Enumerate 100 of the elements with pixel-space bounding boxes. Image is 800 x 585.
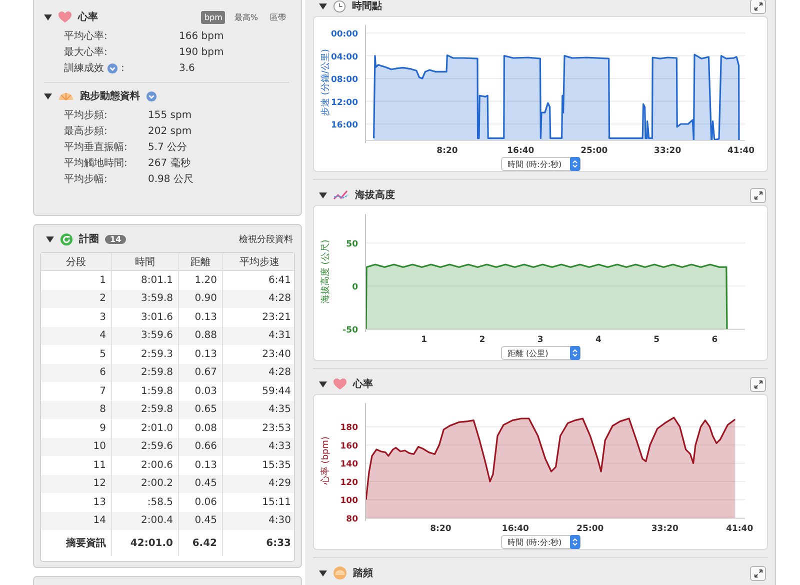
expand-icon [754, 380, 762, 388]
table-cell-text: 23:40 [261, 348, 292, 362]
table-cell: 8 [41, 400, 112, 419]
section-title: 踏頻 [353, 566, 373, 580]
tick-label: 1 [421, 335, 428, 345]
table-cell: 0.66 [179, 438, 223, 456]
tick-label: 16:00 [330, 120, 358, 131]
column-header[interactable]: 時間 [112, 253, 179, 270]
table-cell-text: 23:21 [261, 310, 292, 325]
table-cell: 6 [41, 364, 112, 382]
unit-tab[interactable]: 區帶 [267, 10, 289, 24]
table-cell: 2:00.4 [112, 512, 179, 530]
table-cell: 2:00.2 [112, 474, 179, 493]
table-cell-text: 4:29 [268, 477, 292, 492]
table-cell-text: 4:35 [268, 403, 292, 418]
tick-label: 5 [654, 335, 660, 345]
stat-label: 平均步頻: [64, 108, 108, 122]
column-header[interactable]: 分段 [41, 253, 112, 270]
axis-title: 心率 (bpm) [321, 436, 331, 485]
axis-title: 步速 (分鐘/公里) [321, 49, 331, 116]
tick-label: 25:00 [576, 524, 604, 534]
disclosure-triangle-icon[interactable] [44, 92, 52, 100]
table-cell-text: 59:44 [261, 384, 292, 399]
section-title: 跑步動態資料 [80, 90, 140, 103]
tick-label: 16:40 [502, 524, 529, 534]
expand-button[interactable] [750, 0, 766, 14]
chevron-circle-icon[interactable] [107, 62, 118, 74]
table-cell: 0.65 [179, 400, 223, 419]
table-cell: 2:59.6 [112, 438, 179, 456]
disclosure-triangle-icon[interactable] [319, 569, 327, 577]
stat-label: 最大心率: [64, 46, 108, 59]
stat-value: 0.98 公尺 [148, 173, 194, 186]
table-cell-text: 4:28 [268, 366, 292, 380]
tick-label: 08:00 [330, 75, 358, 86]
table-cell: 0.45 [179, 512, 223, 530]
tick-label: 41:40 [728, 146, 755, 156]
table-cell: 摘要資訊 [41, 530, 112, 556]
chevron-circle-icon[interactable] [146, 90, 157, 102]
section-title: 時間點 [352, 0, 382, 13]
table-cell: 4 [41, 326, 112, 345]
stat-value: 267 毫秒 [148, 156, 190, 170]
clock-icon [333, 0, 346, 12]
tick-label: 140 [340, 460, 358, 470]
table-cell-text: 6:33 [265, 536, 292, 550]
tick-label: 2 [479, 335, 486, 345]
tick-label: 0 [352, 282, 358, 292]
expand-icon [754, 568, 762, 578]
table-cell: 2:59.8 [112, 400, 179, 419]
tick-label: 120 [340, 478, 358, 488]
table-cell: 0.88 [179, 326, 223, 345]
table-cell: 10 [41, 438, 112, 456]
tick-label: 8:20 [436, 146, 458, 156]
axis-title: 海拔高度 (公尺) [321, 240, 331, 304]
table-cell-text: 4:31 [268, 329, 292, 344]
disclosure-triangle-icon[interactable] [319, 191, 327, 199]
view-splits-link[interactable]: 檢視分段資料 [239, 232, 293, 246]
section-title: 海拔高度 [355, 188, 395, 202]
tick-label: 25:00 [580, 146, 608, 156]
table-cell: 0.45 [179, 474, 223, 493]
count-badge: 14 [105, 234, 126, 244]
tick-label: 04:00 [330, 52, 358, 62]
tick-label: 50 [346, 239, 358, 250]
unit-tab[interactable]: bpm [201, 10, 226, 24]
stat-label: 平均垂直振幅: [64, 140, 128, 154]
tick-label: 41:40 [726, 524, 754, 534]
table-cell: 14 [41, 512, 112, 530]
section-title: 心率 [78, 10, 98, 24]
tick-label: 12:00 [330, 98, 358, 108]
tick-label: 00:00 [330, 30, 358, 40]
unit-tab[interactable]: 最高% [231, 10, 261, 24]
disclosure-triangle-icon[interactable] [46, 235, 54, 243]
table-cell: 0.90 [179, 290, 223, 308]
table-cell-text: 4:28 [268, 292, 292, 306]
column-header[interactable]: 距離 [179, 253, 223, 270]
table-cell: 3:59.8 [112, 290, 179, 308]
disclosure-triangle-icon[interactable] [319, 380, 327, 388]
axis-select[interactable]: 距離 (公里) [500, 346, 580, 360]
expand-icon [754, 190, 762, 200]
tick-label: 4 [596, 335, 602, 345]
disclosure-triangle-icon[interactable] [44, 13, 52, 21]
axis-select[interactable]: 時間 (時:分:秒) [500, 157, 580, 171]
stat-label: 平均心率: [64, 30, 108, 43]
disclosure-triangle-icon[interactable] [319, 2, 327, 10]
table-cell: 3:59.6 [112, 326, 179, 345]
table-cell: 6.42 [179, 530, 223, 556]
tick-label: 180 [340, 423, 358, 434]
table-cell-text: 15:35 [261, 458, 292, 473]
stat-value: 166 bpm [179, 30, 224, 42]
column-header[interactable]: 平均步速 [223, 253, 296, 270]
expand-button[interactable] [750, 188, 766, 202]
axis-select[interactable]: 時間 (時:分:秒) [500, 535, 580, 549]
tick-label: 160 [340, 441, 358, 452]
zigzag-icon [333, 189, 349, 201]
expand-button[interactable] [750, 566, 766, 580]
table-cell-text: 6:41 [268, 274, 292, 288]
expand-button[interactable] [750, 376, 766, 392]
table-cell: 12 [41, 474, 112, 493]
refresh-icon [60, 232, 73, 246]
section-title: 心率 [353, 377, 373, 391]
table-cell-text: 23:53 [261, 422, 292, 436]
